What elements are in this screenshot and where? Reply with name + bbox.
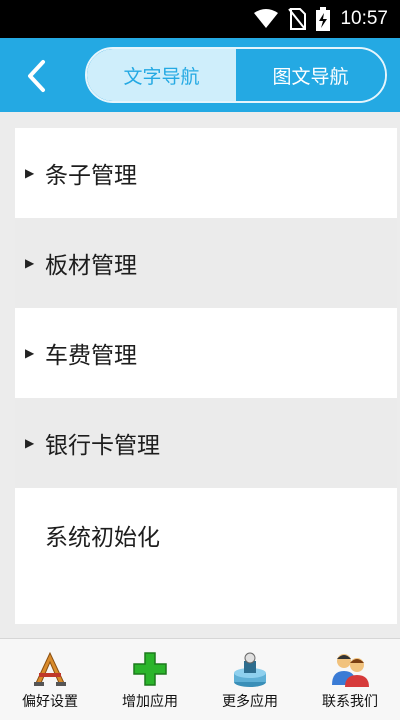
nav-mode-switch: 文字导航 图文导航: [85, 47, 387, 103]
nav-more-apps[interactable]: 更多应用: [200, 639, 300, 720]
menu-item-system-init[interactable]: 系统初始化: [15, 488, 397, 624]
nav-label: 增加应用: [122, 694, 178, 710]
menu-item-bank-card-management[interactable]: ▶ 银行卡管理: [15, 398, 397, 488]
bottom-nav: 偏好设置 增加应用 更多应用 联系我们: [0, 638, 400, 720]
nav-add-app[interactable]: 增加应用: [100, 639, 200, 720]
nav-label: 更多应用: [222, 694, 278, 710]
preferences-icon: [34, 651, 66, 686]
menu-item-label: 系统初始化: [45, 525, 160, 551]
menu-item-label: 车费管理: [45, 343, 137, 369]
status-icons: 10:57: [254, 0, 388, 38]
app-bar: 文字导航 图文导航: [0, 38, 400, 112]
battery-charging-icon: [316, 7, 331, 31]
nav-label: 联系我们: [322, 694, 378, 710]
nav-contact-us[interactable]: 联系我们: [300, 639, 400, 720]
menu-item-board-management[interactable]: ▶ 板材管理: [15, 218, 397, 308]
more-apps-icon: [234, 652, 266, 687]
nav-preferences[interactable]: 偏好设置: [0, 639, 100, 720]
triangle-right-icon: ▶: [25, 346, 35, 360]
back-button[interactable]: [16, 56, 56, 96]
add-app-icon: [133, 652, 167, 686]
nav-label: 偏好设置: [22, 694, 78, 710]
status-time: 10:57: [340, 8, 388, 29]
menu-item-label: 条子管理: [45, 163, 137, 189]
menu-item-slip-management[interactable]: ▶ 条子管理: [15, 128, 397, 218]
triangle-right-icon: ▶: [25, 256, 35, 270]
wifi-icon: [254, 9, 279, 28]
triangle-right-icon: ▶: [25, 166, 35, 180]
triangle-right-icon: ▶: [25, 436, 35, 450]
status-bar: 10:57: [0, 0, 400, 38]
contact-us-icon: [332, 654, 369, 687]
chevron-left-icon: [28, 60, 45, 92]
no-sim-icon: [288, 8, 307, 30]
tab-text-nav[interactable]: 文字导航: [87, 49, 236, 101]
menu-item-label: 银行卡管理: [45, 433, 160, 459]
menu-item-fare-management[interactable]: ▶ 车费管理: [15, 308, 397, 398]
menu-item-label: 板材管理: [45, 253, 137, 279]
tab-image-nav[interactable]: 图文导航: [236, 49, 385, 101]
menu-list: ▶ 条子管理 ▶ 板材管理 ▶ 车费管理 ▶ 银行卡管理 系统初始化: [15, 128, 397, 624]
